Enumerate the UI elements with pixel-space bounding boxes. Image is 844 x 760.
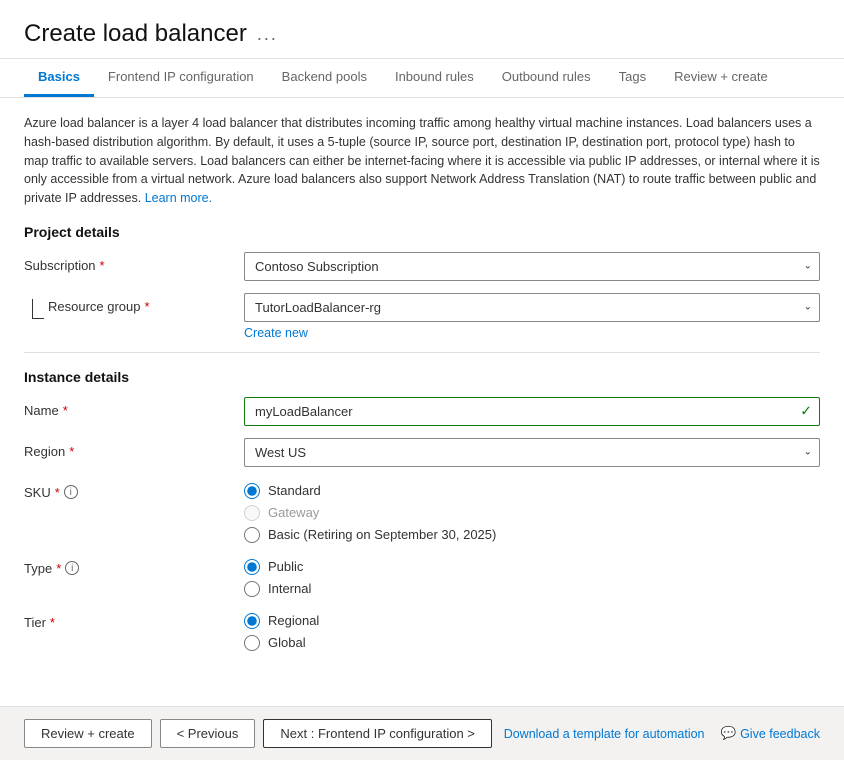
tier-global-option[interactable]: Global — [244, 635, 820, 651]
tab-review-create[interactable]: Review + create — [660, 59, 782, 97]
sku-gateway-label: Gateway — [268, 505, 319, 520]
sku-group: SKU * i Standard Gateway — [24, 479, 820, 543]
type-control: Public Internal — [244, 555, 820, 597]
description-text: Azure load balancer is a layer 4 load ba… — [24, 114, 820, 208]
region-required: * — [69, 444, 74, 459]
subscription-required: * — [100, 258, 105, 273]
tier-radio-group: Regional Global — [244, 609, 820, 651]
sku-required: * — [55, 485, 60, 500]
download-template-link[interactable]: Download a template for automation — [504, 727, 705, 741]
resource-group-control: TutorLoadBalancer-rg ⌄ Create new — [244, 293, 820, 340]
subscription-select-wrapper: Contoso Subscription ⌄ — [244, 252, 820, 281]
type-label: Type * i — [24, 555, 244, 576]
review-create-button[interactable]: Review + create — [24, 719, 152, 748]
region-select[interactable]: West US — [244, 438, 820, 467]
instance-details-section: Instance details Name * myLoadBalancer ✓ — [24, 369, 820, 651]
header-dots: ... — [257, 24, 278, 45]
tier-global-label: Global — [268, 635, 306, 650]
sku-control: Standard Gateway Basic (Retiring on Sept… — [244, 479, 820, 543]
resource-group-group: Resource group * TutorLoadBalancer-rg ⌄ … — [24, 293, 820, 340]
indent-line — [32, 299, 44, 319]
region-control: West US ⌄ — [244, 438, 820, 467]
region-select-wrapper: West US ⌄ — [244, 438, 820, 467]
type-group: Type * i Public Internal — [24, 555, 820, 597]
region-group: Region * West US ⌄ — [24, 438, 820, 467]
resource-group-select-wrapper: TutorLoadBalancer-rg ⌄ — [244, 293, 820, 322]
sku-radio-group: Standard Gateway Basic (Retiring on Sept… — [244, 479, 820, 543]
footer-links: Download a template for automation 💬 Giv… — [504, 726, 820, 741]
type-public-option[interactable]: Public — [244, 559, 820, 575]
project-details-section: Project details Subscription * Contoso S… — [24, 224, 820, 340]
tab-frontend-ip[interactable]: Frontend IP configuration — [94, 59, 268, 97]
section-divider — [24, 352, 820, 353]
sku-standard-option[interactable]: Standard — [244, 483, 820, 499]
tab-tags[interactable]: Tags — [605, 59, 660, 97]
name-group: Name * myLoadBalancer ✓ — [24, 397, 820, 426]
type-public-radio[interactable] — [244, 559, 260, 575]
type-internal-label: Internal — [268, 581, 311, 596]
create-new-link[interactable]: Create new — [244, 326, 308, 340]
type-info-icon[interactable]: i — [65, 561, 79, 575]
header: Create load balancer ... — [0, 0, 844, 59]
tier-group: Tier * Regional Global — [24, 609, 820, 651]
instance-details-title: Instance details — [24, 369, 820, 385]
tab-backend-pools[interactable]: Backend pools — [268, 59, 381, 97]
resource-group-label: Resource group * — [48, 293, 244, 314]
page-title: Create load balancer — [24, 20, 247, 48]
sku-label: SKU * i — [24, 479, 244, 500]
type-radio-group: Public Internal — [244, 555, 820, 597]
type-internal-radio[interactable] — [244, 581, 260, 597]
resource-group-indent — [24, 293, 48, 319]
subscription-control: Contoso Subscription ⌄ — [244, 252, 820, 281]
region-label: Region * — [24, 438, 244, 459]
tier-control: Regional Global — [244, 609, 820, 651]
resource-group-required: * — [145, 299, 150, 314]
learn-more-link[interactable]: Learn more. — [145, 191, 212, 205]
sku-basic-option[interactable]: Basic (Retiring on September 30, 2025) — [244, 527, 820, 543]
subscription-label: Subscription * — [24, 252, 244, 273]
page-container: Create load balancer ... Basics Frontend… — [0, 0, 844, 760]
type-required: * — [56, 561, 61, 576]
subscription-group: Subscription * Contoso Subscription ⌄ — [24, 252, 820, 281]
content-area: Azure load balancer is a layer 4 load ba… — [0, 98, 844, 706]
tier-regional-label: Regional — [268, 613, 319, 628]
sku-info-icon[interactable]: i — [64, 485, 78, 499]
tier-regional-radio[interactable] — [244, 613, 260, 629]
resource-group-select[interactable]: TutorLoadBalancer-rg — [244, 293, 820, 322]
tier-regional-option[interactable]: Regional — [244, 613, 820, 629]
previous-button[interactable]: < Previous — [160, 719, 256, 748]
tier-global-radio[interactable] — [244, 635, 260, 651]
name-select-wrapper: myLoadBalancer ✓ — [244, 397, 820, 426]
next-button[interactable]: Next : Frontend IP configuration > — [263, 719, 492, 748]
sku-gateway-radio — [244, 505, 260, 521]
type-internal-option[interactable]: Internal — [244, 581, 820, 597]
name-input[interactable]: myLoadBalancer — [244, 397, 820, 426]
tab-inbound-rules[interactable]: Inbound rules — [381, 59, 488, 97]
sku-basic-label: Basic (Retiring on September 30, 2025) — [268, 527, 496, 542]
nav-tabs: Basics Frontend IP configuration Backend… — [0, 59, 844, 98]
type-public-label: Public — [268, 559, 303, 574]
sku-standard-label: Standard — [268, 483, 321, 498]
feedback-icon: 💬 — [721, 726, 737, 741]
sku-gateway-option[interactable]: Gateway — [244, 505, 820, 521]
name-required: * — [63, 403, 68, 418]
tab-basics[interactable]: Basics — [24, 59, 94, 97]
subscription-select[interactable]: Contoso Subscription — [244, 252, 820, 281]
sku-standard-radio[interactable] — [244, 483, 260, 499]
name-control: myLoadBalancer ✓ — [244, 397, 820, 426]
tier-required: * — [50, 615, 55, 630]
name-label: Name * — [24, 397, 244, 418]
footer: Review + create < Previous Next : Fronte… — [0, 706, 844, 760]
project-details-title: Project details — [24, 224, 820, 240]
sku-basic-radio[interactable] — [244, 527, 260, 543]
give-feedback-link[interactable]: 💬 Give feedback — [721, 726, 821, 741]
tier-label: Tier * — [24, 609, 244, 630]
tab-outbound-rules[interactable]: Outbound rules — [488, 59, 605, 97]
